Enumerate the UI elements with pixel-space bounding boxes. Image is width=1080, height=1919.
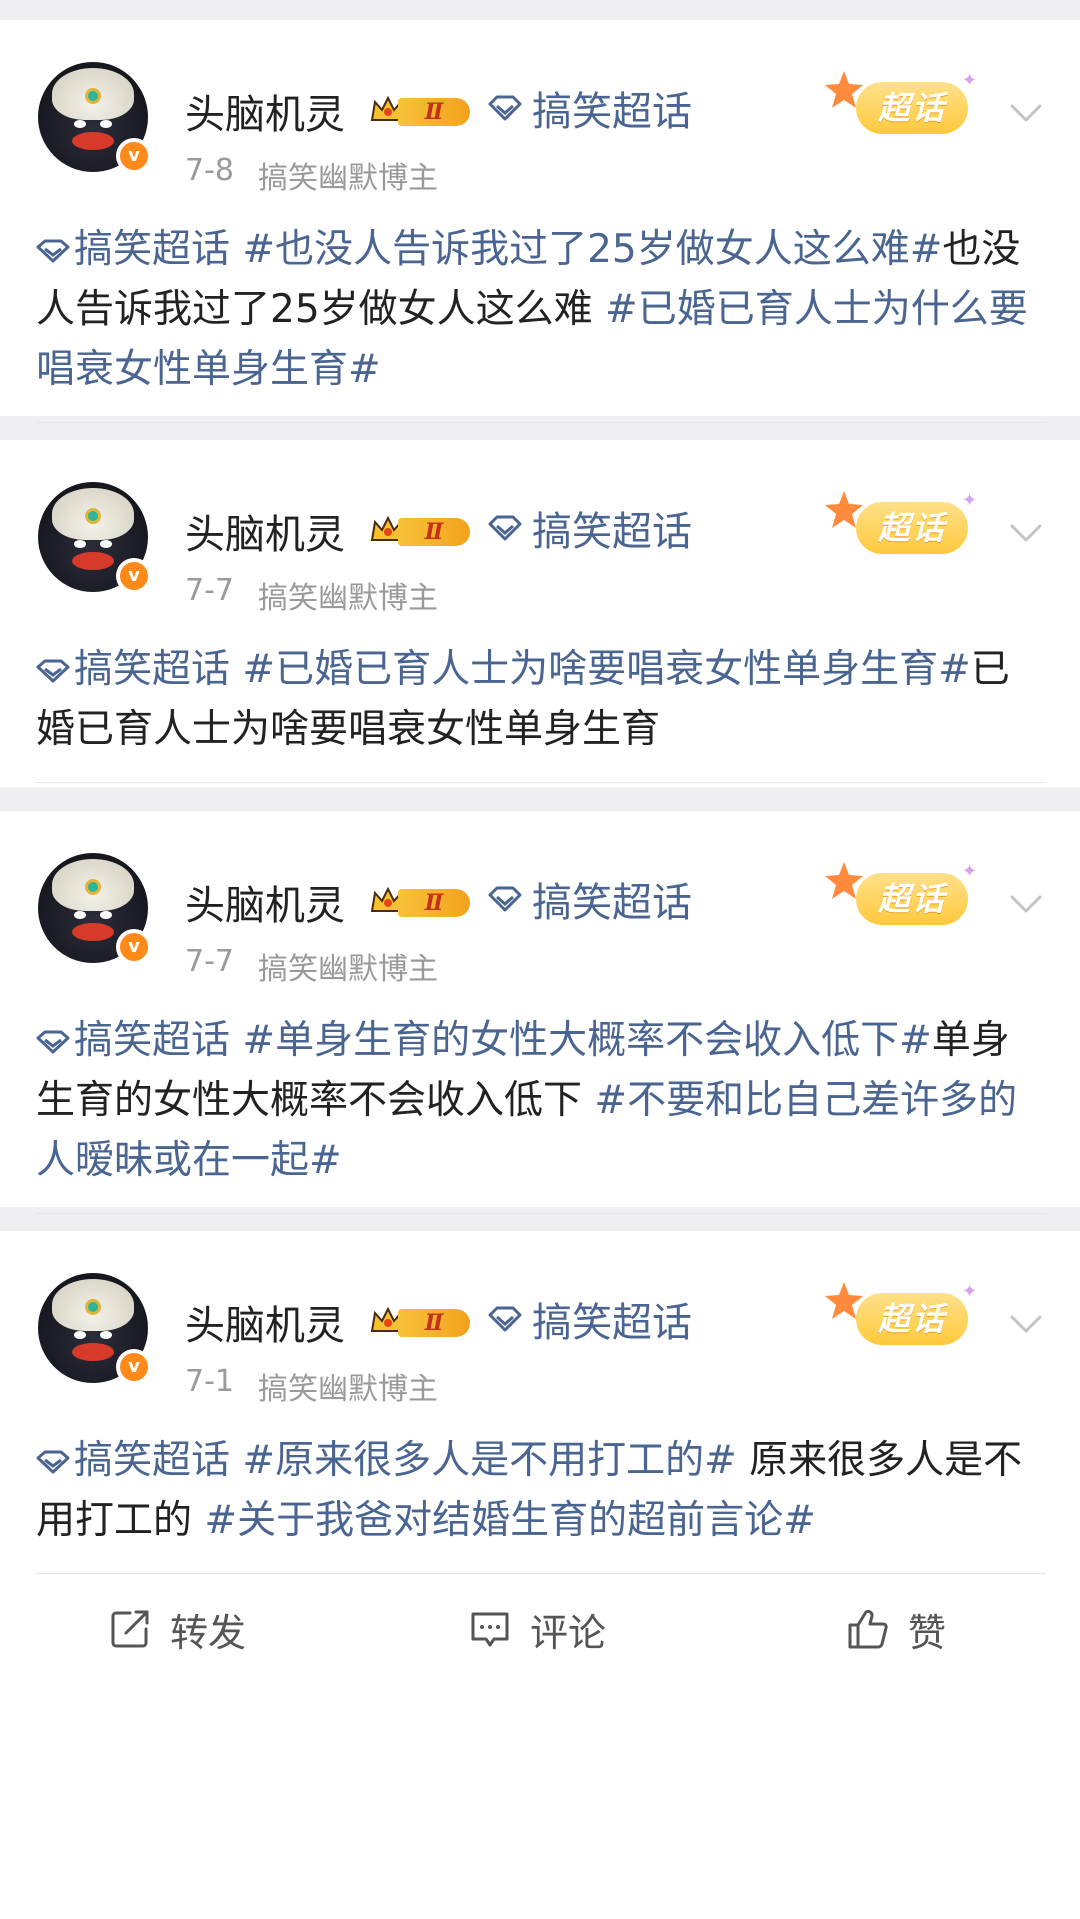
verified-icon: v <box>116 1349 152 1385</box>
diamond-topic-icon <box>488 95 522 121</box>
author-role: 搞笑幽默博主 <box>258 1372 438 1407</box>
level-badge: Ⅱ <box>368 1301 476 1341</box>
level-label: Ⅱ <box>398 889 470 917</box>
level-label: Ⅱ <box>398 98 470 126</box>
level-badge: Ⅱ <box>368 90 476 130</box>
avatar[interactable]: v <box>38 62 152 174</box>
topic-tag-label: 搞笑超话 <box>74 1018 231 1063</box>
topic-label: 搞笑超话 <box>532 509 692 555</box>
repost-icon <box>111 1610 149 1648</box>
level-badge: Ⅱ <box>368 881 476 921</box>
level-badge: Ⅱ <box>368 510 476 550</box>
avatar[interactable]: v <box>38 482 152 594</box>
verified-icon: v <box>116 558 152 594</box>
level-label: Ⅱ <box>398 518 470 546</box>
repost-label: 转发 <box>170 1610 247 1655</box>
post-meta: 7-1 搞笑幽默博主 <box>185 1364 438 1408</box>
super-badge-label: 超话 <box>856 1293 968 1345</box>
avatar[interactable]: v <box>38 853 152 965</box>
post-text: 搞笑超话 #已婚已育人士为啥要唱衰女性单身生育#已婚已育人士为啥要唱衰女性单身生… <box>36 640 1046 760</box>
author-role: 搞笑幽默博主 <box>258 952 438 987</box>
divider <box>36 1213 1046 1214</box>
post-text: 搞笑超话 #原来很多人是不用打工的# 原来很多人是不用打工的 #关于我爸对结婚生… <box>36 1431 1046 1551</box>
super-badge-label: 超话 <box>856 502 968 554</box>
post-meta: 7-7 搞笑幽默博主 <box>185 944 438 988</box>
topic-label: 搞笑超话 <box>532 89 692 135</box>
post-card: v 头脑机灵 Ⅱ 搞笑超话 7-8 搞笑幽默博主 超话 ✦ 搞笑超话 #也没人告… <box>0 20 1080 504</box>
chevron-down-icon[interactable] <box>1006 92 1046 132</box>
post-card: v 头脑机灵 Ⅱ 搞笑超话 7-7 搞笑幽默博主 超话 <box>0 811 1080 1295</box>
topic-tag-link[interactable]: 搞笑超话 <box>36 1018 230 1063</box>
like-icon <box>848 1609 888 1649</box>
topic-tag-link[interactable]: 搞笑超话 <box>36 1438 230 1483</box>
level-label: Ⅱ <box>398 1309 470 1337</box>
post-meta: 7-7 搞笑幽默博主 <box>185 573 438 617</box>
verified-icon: v <box>116 929 152 965</box>
post-date: 7-1 <box>185 1364 234 1399</box>
diamond-topic-icon <box>488 1306 522 1332</box>
post-date: 7-7 <box>185 944 234 979</box>
topic-tag-label: 搞笑超话 <box>74 1438 231 1483</box>
topic-link[interactable]: 搞笑超话 <box>488 502 692 555</box>
topic-link[interactable]: 搞笑超话 <box>488 873 692 926</box>
comment-icon <box>471 1612 509 1647</box>
chevron-down-icon[interactable] <box>1006 883 1046 923</box>
author-name[interactable]: 头脑机灵 <box>185 1293 345 1351</box>
chevron-down-icon[interactable] <box>1006 512 1046 552</box>
comment-label: 评论 <box>530 1610 607 1655</box>
action-bar: 转发 评论 赞 <box>0 1579 1080 1679</box>
super-badge-label: 超话 <box>856 82 968 134</box>
super-topic-badge[interactable]: 超话 ✦ <box>822 851 990 931</box>
verified-icon: v <box>116 138 152 174</box>
sparkle-icon: ✦ <box>962 490 978 511</box>
post-date: 7-8 <box>185 153 234 188</box>
repost-button[interactable]: 转发 <box>108 1579 246 1679</box>
hashtag-link[interactable]: #单身生育的女性大概率不会收入低下# <box>230 1018 931 1063</box>
post-card: v 头脑机灵 Ⅱ 搞笑超话 7-7 搞笑幽默博主 超话 <box>0 440 1080 864</box>
post-text: 搞笑超话 #单身生育的女性大概率不会收入低下#单身生育的女性大概率不会收入低下 … <box>36 1011 1046 1191</box>
sparkle-icon: ✦ <box>962 1281 978 1302</box>
divider <box>36 782 1046 783</box>
post-date: 7-7 <box>185 573 234 608</box>
hashtag-link[interactable]: #也没人告诉我过了25岁做女人这么难# <box>230 227 942 272</box>
hashtag-link[interactable]: #关于我爸对结婚生育的超前言论# <box>204 1498 815 1543</box>
sparkle-icon: ✦ <box>962 70 978 91</box>
chevron-down-icon[interactable] <box>1006 1303 1046 1343</box>
diamond-topic-icon <box>488 886 522 912</box>
super-topic-badge[interactable]: 超话 ✦ <box>822 1271 990 1351</box>
topic-tag-label: 搞笑超话 <box>74 227 231 272</box>
super-topic-badge[interactable]: 超话 ✦ <box>822 60 990 140</box>
sparkle-icon: ✦ <box>962 861 978 882</box>
diamond-topic-icon <box>488 515 522 541</box>
comment-button[interactable]: 评论 <box>468 1579 606 1679</box>
author-name[interactable]: 头脑机灵 <box>185 873 345 931</box>
topic-tag-label: 搞笑超话 <box>74 647 231 692</box>
topic-tag-link[interactable]: 搞笑超话 <box>36 227 230 272</box>
super-topic-badge[interactable]: 超话 ✦ <box>822 480 990 560</box>
author-role: 搞笑幽默博主 <box>258 581 438 616</box>
hashtag-link[interactable]: #已婚已育人士为啥要唱衰女性单身生育# <box>230 647 970 692</box>
divider <box>36 422 1046 423</box>
topic-tag-link[interactable]: 搞笑超话 <box>36 647 230 692</box>
author-name[interactable]: 头脑机灵 <box>185 82 345 140</box>
divider <box>36 1573 1046 1574</box>
topic-link[interactable]: 搞笑超话 <box>488 1293 692 1346</box>
like-button[interactable]: 赞 <box>846 1579 946 1679</box>
post-card: v 头脑机灵 Ⅱ 搞笑超话 7-1 搞笑幽默博主 超话 ✦ 搞笑超话 #原来很多… <box>0 1231 1080 1919</box>
avatar[interactable]: v <box>38 1273 152 1385</box>
hashtag-link[interactable]: #原来很多人是不用打工的# <box>230 1438 736 1483</box>
like-label: 赞 <box>908 1610 947 1655</box>
topic-label: 搞笑超话 <box>532 880 692 926</box>
topic-link[interactable]: 搞笑超话 <box>488 82 692 135</box>
post-meta: 7-8 搞笑幽默博主 <box>185 153 438 197</box>
topic-label: 搞笑超话 <box>532 1300 692 1346</box>
author-role: 搞笑幽默博主 <box>258 161 438 196</box>
author-name[interactable]: 头脑机灵 <box>185 502 345 560</box>
super-badge-label: 超话 <box>856 873 968 925</box>
post-text: 搞笑超话 #也没人告诉我过了25岁做女人这么难#也没人告诉我过了25岁做女人这么… <box>36 220 1046 400</box>
